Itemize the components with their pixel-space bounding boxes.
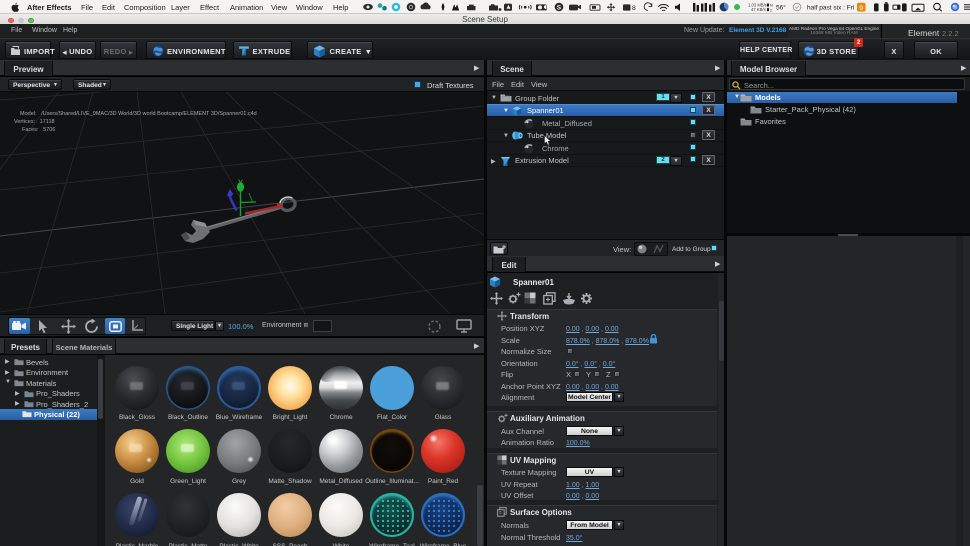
svg-text:Vertices: 17118: Vertices: 17118 (14, 119, 55, 125)
svg-text:half past six : Fri: half past six : Fri (807, 4, 854, 11)
svg-text:S: S (557, 4, 562, 11)
svg-text:47 KB/s: 47 KB/s (751, 7, 766, 12)
svg-text:9: 9 (859, 4, 863, 11)
svg-text:2: 2 (770, 8, 772, 12)
svg-text:56°: 56° (776, 3, 786, 11)
svg-text:N: N (770, 3, 773, 7)
svg-text:Faces: 5706: Faces: 5706 (22, 127, 55, 133)
svg-text:8: 8 (632, 4, 636, 11)
svg-text:Model: /Users/Shared/LIVE_9M: Model: /Users/Shared/LIVE_9MAC/3D World/… (20, 111, 257, 117)
